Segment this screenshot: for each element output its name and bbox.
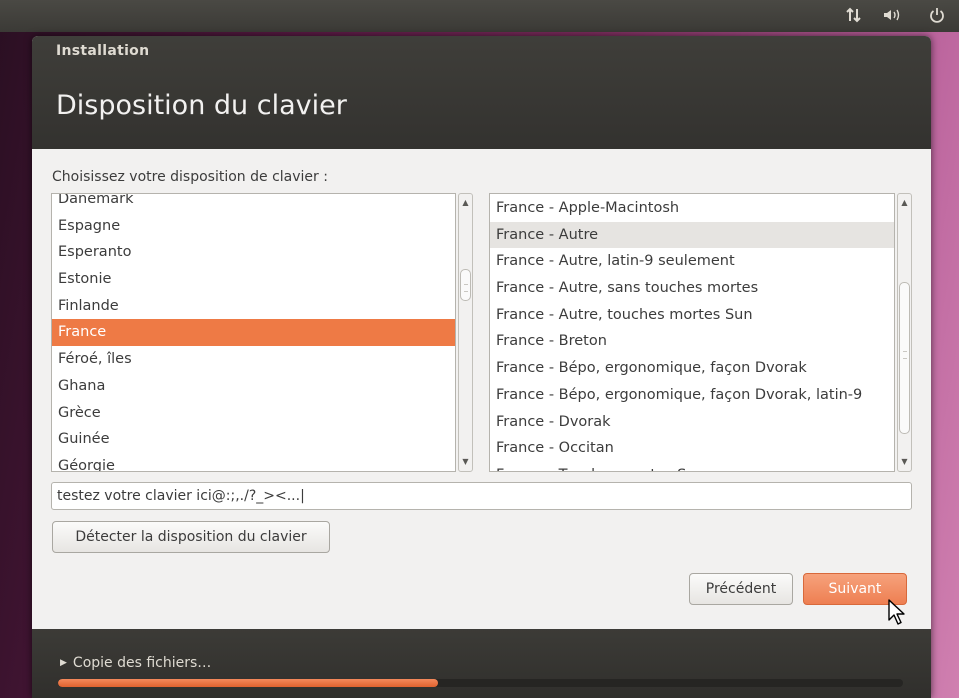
list-item[interactable]: France - Breton: [490, 328, 894, 355]
list-item[interactable]: Espagne: [52, 213, 455, 240]
list-item[interactable]: Grèce: [52, 400, 455, 427]
progress-toggle[interactable]: ▶ Copie des fichiers…: [60, 655, 211, 671]
progress-label: Copie des fichiers…: [72, 655, 212, 671]
list-item[interactable]: France - Autre, sans touches mortes: [490, 275, 894, 302]
list-item[interactable]: Féroé, îles: [52, 346, 455, 373]
scrollbar-thumb[interactable]: [460, 269, 471, 301]
window-title: Installation: [56, 43, 150, 59]
scroll-up-arrow-icon[interactable]: ▲: [459, 196, 472, 210]
list-item[interactable]: Danemark: [52, 194, 455, 213]
detect-layout-button[interactable]: Détecter la disposition du clavier: [52, 521, 330, 553]
list-item[interactable]: France - Autre, touches mortes Sun: [490, 302, 894, 329]
scrollbar-thumb[interactable]: [899, 282, 910, 434]
list-item[interactable]: Géorgie: [52, 453, 455, 471]
mouse-pointer-icon: [888, 599, 905, 625]
variant-list-scrollbar[interactable]: ▲ ▼: [897, 193, 912, 472]
list-item[interactable]: France - Occitan: [490, 435, 894, 462]
list-item[interactable]: Guinée: [52, 426, 455, 453]
progress-footer: ▶ Copie des fichiers…: [32, 629, 931, 698]
layout-list-scrollbar[interactable]: ▲ ▼: [458, 193, 473, 472]
progress-bar-fill: [58, 679, 439, 687]
list-item[interactable]: France - Autre: [490, 221, 894, 249]
list-item[interactable]: Finlande: [52, 293, 455, 320]
network-arrows-icon[interactable]: [845, 6, 863, 29]
list-item[interactable]: France - Bépo, ergonomique, façon Dvorak: [490, 355, 894, 382]
list-item[interactable]: France - Apple-Macintosh: [490, 195, 894, 222]
layout-prompt: Choisissez votre disposition de clavier …: [52, 169, 328, 185]
expander-triangle-icon: ▶: [60, 658, 67, 668]
scroll-down-arrow-icon[interactable]: ▼: [459, 455, 472, 469]
speaker-icon[interactable]: [882, 6, 904, 29]
list-item[interactable]: France: [52, 319, 455, 347]
window-header: Installation Disposition du clavier: [32, 36, 931, 149]
page-title: Disposition du clavier: [56, 90, 347, 121]
progress-bar: [58, 679, 903, 687]
installer-window: Installation Disposition du clavier Choi…: [32, 36, 931, 698]
list-item[interactable]: Estonie: [52, 266, 455, 293]
list-item[interactable]: Esperanto: [52, 239, 455, 266]
list-item[interactable]: France - Autre, latin-9 seulement: [490, 248, 894, 275]
previous-button[interactable]: Précédent: [689, 573, 793, 605]
list-item[interactable]: France - Dvorak: [490, 409, 894, 436]
keyboard-test-input[interactable]: [51, 482, 912, 510]
layout-list[interactable]: Danemark Espagne Esperanto Estonie Finlande F…: [51, 193, 456, 472]
list-item[interactable]: Ghana: [52, 373, 455, 400]
top-panel: [0, 0, 959, 32]
variant-list[interactable]: France - Apple-Macintosh France - Autre Fr…: [489, 193, 895, 472]
list-item[interactable]: France - Bépo, ergonomique, façon Dvorak…: [490, 382, 894, 409]
scroll-up-arrow-icon[interactable]: ▲: [898, 196, 911, 210]
scroll-down-arrow-icon[interactable]: ▼: [898, 455, 911, 469]
list-item[interactable]: France - Touches mortes Sun: [490, 462, 894, 471]
power-icon[interactable]: [928, 6, 946, 29]
